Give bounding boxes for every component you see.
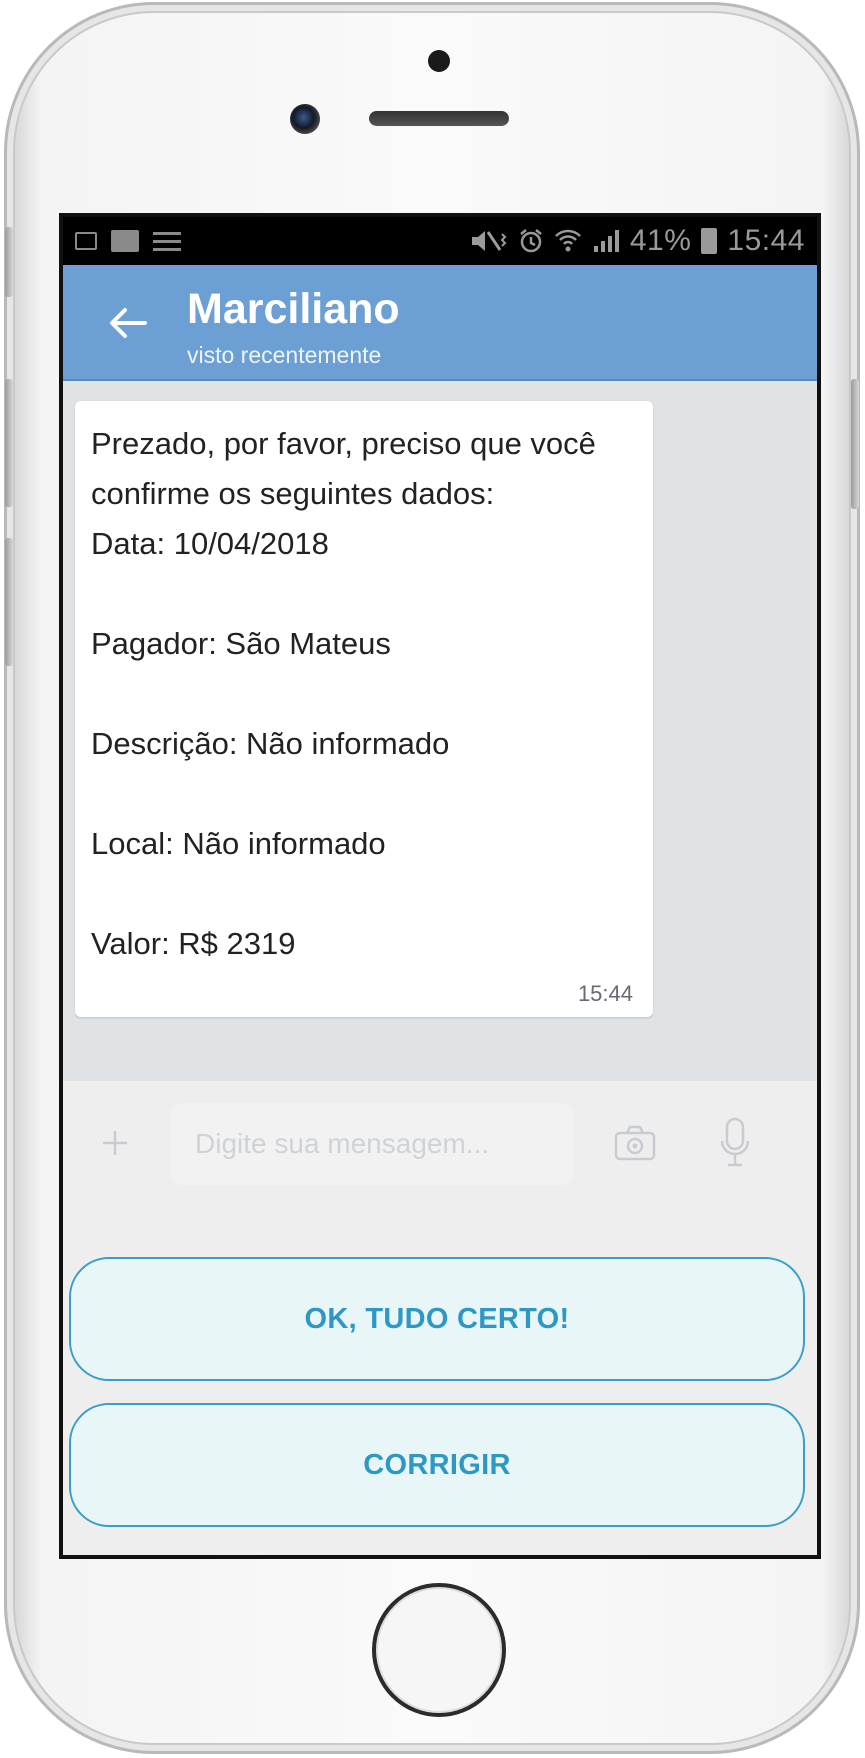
message-line: Prezado, por favor, preciso que você bbox=[91, 426, 596, 461]
list-notification-icon bbox=[153, 230, 181, 252]
message-line: Descrição: Não informado bbox=[91, 726, 450, 761]
arrow-left-icon bbox=[110, 308, 147, 338]
image-notification-icon bbox=[75, 232, 97, 250]
signal-icon bbox=[592, 228, 620, 254]
battery-percent: 41% bbox=[629, 224, 692, 257]
volume-down-button bbox=[5, 538, 13, 666]
mute-vibrate-icon bbox=[468, 228, 508, 254]
plus-icon bbox=[103, 1131, 127, 1155]
message-line: Valor: R$ 2319 bbox=[91, 926, 296, 961]
message-input[interactable] bbox=[171, 1103, 573, 1185]
contact-name[interactable]: Marciliano bbox=[187, 285, 400, 334]
earpiece-speaker bbox=[369, 111, 509, 126]
contact-status: visto recentemente bbox=[187, 342, 382, 368]
chat-area[interactable]: Prezado, por favor, preciso que você con… bbox=[63, 381, 817, 1081]
power-button bbox=[851, 379, 859, 509]
alarm-icon bbox=[518, 228, 544, 254]
proximity-sensor bbox=[428, 50, 450, 72]
message-line: confirme os seguintes dados: bbox=[91, 476, 495, 511]
microphone-button[interactable] bbox=[719, 1117, 751, 1169]
correct-button[interactable]: CORRIGIR bbox=[69, 1403, 805, 1527]
camera-button[interactable] bbox=[613, 1123, 657, 1163]
message-line: Data: 10/04/2018 bbox=[91, 526, 329, 561]
message-line: Pagador: São Mateus bbox=[91, 626, 391, 661]
back-button[interactable] bbox=[97, 293, 157, 353]
message-bubble: Prezado, por favor, preciso que você con… bbox=[75, 401, 653, 1017]
game-notification-icon bbox=[111, 230, 139, 252]
battery-icon bbox=[701, 228, 718, 254]
volume-up-button bbox=[5, 379, 13, 507]
front-camera bbox=[290, 104, 320, 134]
wifi-icon bbox=[554, 228, 582, 254]
message-timestamp: 15:44 bbox=[577, 981, 633, 1006]
message-line: Local: Não informado bbox=[91, 826, 386, 861]
composer-bar bbox=[63, 1081, 817, 1211]
phone-screen: 41% 15:44 Marciliano visto recentemente … bbox=[59, 213, 821, 1559]
status-bar: 41% 15:44 bbox=[63, 217, 817, 265]
microphone-icon bbox=[720, 1117, 750, 1167]
mute-switch bbox=[5, 227, 13, 297]
home-button[interactable] bbox=[372, 1583, 506, 1717]
chat-header: Marciliano visto recentemente bbox=[63, 265, 817, 381]
ok-all-correct-button[interactable]: OK, TUDO CERTO! bbox=[69, 1257, 805, 1381]
attach-button[interactable] bbox=[93, 1121, 137, 1165]
clock: 15:44 bbox=[727, 224, 805, 257]
phone-frame: 41% 15:44 Marciliano visto recentemente … bbox=[4, 2, 860, 1754]
camera-icon bbox=[614, 1125, 656, 1161]
